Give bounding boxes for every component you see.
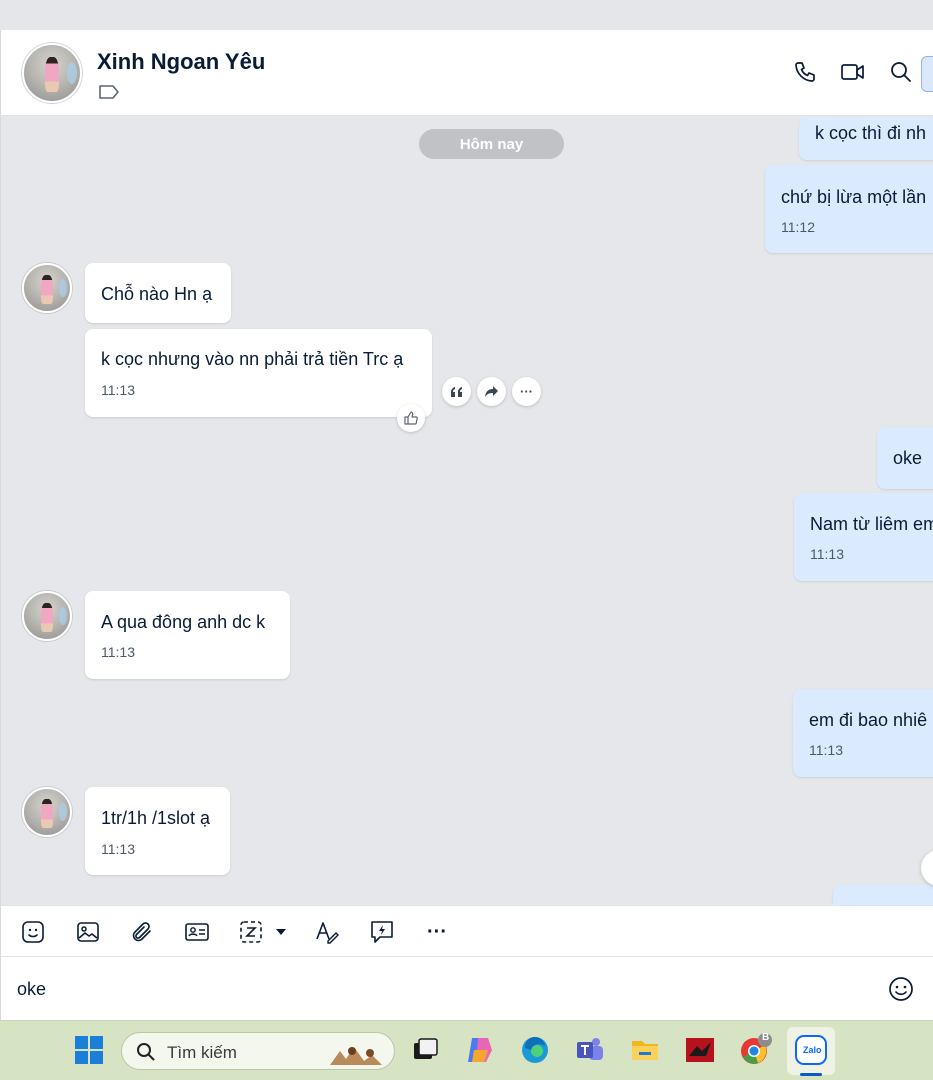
quick-message-icon[interactable] — [368, 918, 396, 946]
message-time: 11:13 — [809, 742, 843, 758]
search-icon — [137, 1043, 155, 1061]
message-hover-actions: ··· — [442, 377, 541, 406]
message-bubble-outgoing[interactable]: Nam từ liêm em 11:13 — [794, 493, 933, 581]
taskbar-search[interactable]: Tìm kiếm — [121, 1032, 395, 1070]
active-app-indicator — [800, 1073, 822, 1076]
search-icon[interactable] — [887, 58, 915, 86]
header-actions — [791, 58, 915, 86]
search-placeholder: Tìm kiếm — [167, 1043, 237, 1062]
message-input-value: oke — [17, 979, 47, 999]
sticker-icon[interactable] — [19, 918, 47, 946]
search-highlight-icon — [330, 1047, 382, 1065]
contact-card-icon[interactable] — [183, 918, 211, 946]
windows-taskbar: Tìm kiếm B Zalo — [0, 1020, 933, 1080]
windows-start-icon[interactable] — [72, 1033, 106, 1067]
contact-name[interactable]: Xinh Ngoan Yêu — [97, 49, 265, 75]
message-time: 11:12 — [781, 219, 815, 235]
attachment-icon[interactable] — [128, 918, 156, 946]
sender-avatar[interactable] — [22, 263, 72, 313]
chrome-profile-badge: B — [762, 1032, 770, 1043]
like-reaction-button[interactable] — [397, 404, 425, 432]
label-tag-icon[interactable] — [98, 84, 120, 100]
message-bubble-incoming[interactable]: k cọc nhưng vào nn phải trả tiền Trc ạ 1… — [85, 329, 432, 417]
message-text: oke — [893, 448, 923, 468]
text-format-icon[interactable] — [313, 918, 341, 946]
message-text: k cọc nhưng vào nn phải trả tiền Trc ạ — [101, 349, 404, 369]
message-time: 11:13 — [101, 382, 135, 398]
task-view-icon[interactable] — [408, 1033, 442, 1067]
message-text: A qua đông anh dc k — [101, 612, 266, 632]
composer-toolbar: ··· — [0, 905, 933, 957]
message-bubble-outgoing[interactable] — [833, 885, 933, 905]
app-red-icon[interactable] — [683, 1033, 717, 1067]
image-icon[interactable] — [74, 918, 102, 946]
sender-avatar[interactable] — [22, 591, 72, 641]
more-icon[interactable]: ··· — [512, 377, 541, 406]
message-text: Chỗ nào Hn ạ — [101, 284, 213, 304]
quote-icon[interactable] — [442, 377, 471, 406]
phone-icon[interactable] — [791, 58, 819, 86]
forward-icon[interactable] — [477, 377, 506, 406]
message-bubble-incoming[interactable]: 1tr/1h /1slot ạ 11:13 — [85, 787, 230, 875]
message-bubble-outgoing[interactable]: k cọc thì đi nh — [799, 117, 933, 160]
message-time: 11:13 — [101, 644, 135, 660]
emoji-icon[interactable] — [887, 975, 915, 1003]
date-divider: Hôm nay — [419, 129, 564, 159]
message-bubble-incoming[interactable]: Chỗ nào Hn ạ — [85, 263, 231, 323]
message-bubble-outgoing[interactable]: oke — [877, 427, 933, 489]
message-time: 11:13 — [101, 841, 135, 857]
chat-header: Xinh Ngoan Yêu — [0, 30, 933, 116]
file-explorer-icon[interactable] — [628, 1033, 662, 1067]
scroll-to-bottom-button[interactable] — [921, 850, 933, 886]
message-text: em đi bao nhiê — [809, 710, 928, 730]
message-input[interactable]: oke — [0, 957, 933, 1020]
more-icon[interactable]: ··· — [423, 918, 451, 946]
message-list[interactable]: Hôm nay k cọc thì đi nh chứ bị lừa một l… — [0, 117, 933, 905]
message-bubble-incoming[interactable]: A qua đông anh dc k 11:13 — [85, 591, 290, 679]
contact-avatar[interactable] — [22, 43, 82, 103]
edge-icon[interactable] — [518, 1033, 552, 1067]
message-text: k cọc thì đi nh — [815, 123, 927, 143]
teams-icon[interactable] — [573, 1033, 607, 1067]
message-text: chứ bị lừa một lần — [781, 187, 927, 207]
zalo-icon-label: Zalo — [803, 1045, 822, 1055]
message-bubble-outgoing[interactable]: em đi bao nhiê 11:13 — [793, 689, 933, 777]
video-call-icon[interactable] — [839, 58, 867, 86]
sender-avatar[interactable] — [22, 787, 72, 837]
screenshot-icon[interactable] — [238, 918, 290, 946]
message-bubble-outgoing[interactable]: chứ bị lừa một lần 11:12 — [765, 165, 933, 253]
message-text: Nam từ liêm em — [810, 514, 933, 534]
conversation-info-button[interactable] — [921, 56, 933, 92]
chrome-icon[interactable]: B — [738, 1032, 772, 1067]
copilot-icon[interactable] — [463, 1033, 497, 1067]
message-time: 11:13 — [810, 546, 844, 562]
window-top-gap — [0, 0, 933, 30]
message-text: 1tr/1h /1slot ạ — [101, 808, 211, 828]
zalo-icon[interactable]: Zalo — [794, 1033, 828, 1067]
